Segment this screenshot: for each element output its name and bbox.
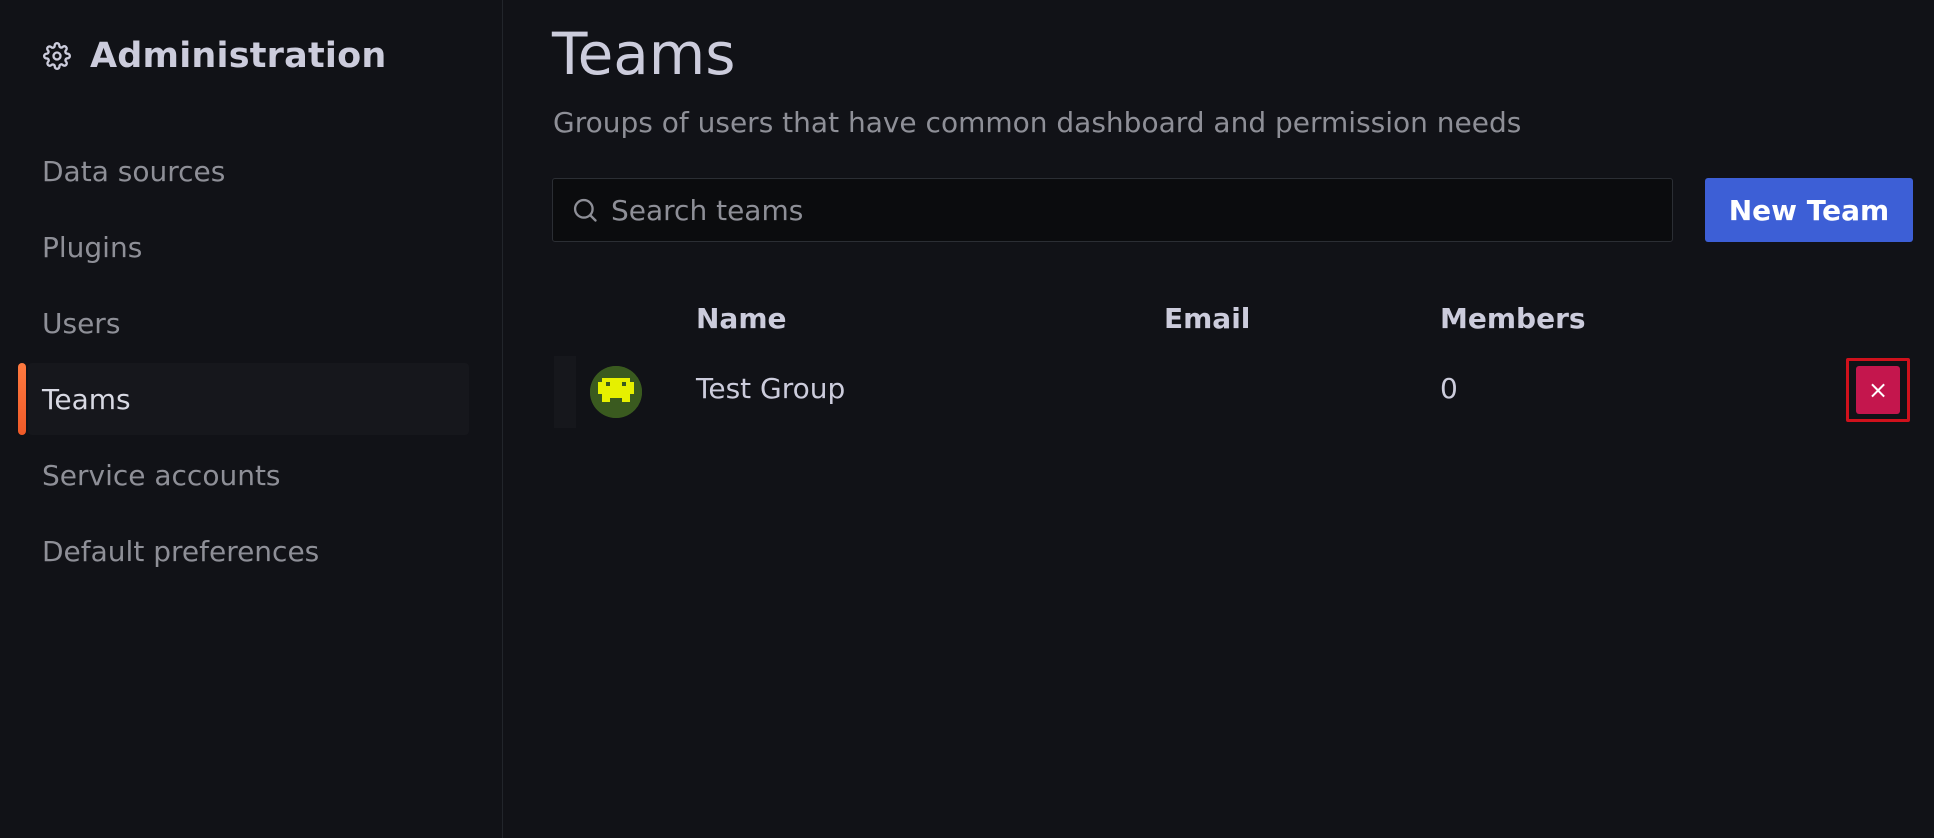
delete-team-button[interactable]: × [1856, 366, 1900, 414]
team-members-count: 0 [1440, 372, 1458, 405]
sidebar-item-plugins[interactable]: Plugins [0, 209, 503, 285]
teams-table: Name Email Members Test Group 0 × [552, 290, 1913, 428]
sidebar-item-label: Plugins [42, 230, 143, 264]
sidebar-title: Administration [90, 36, 387, 76]
table-row[interactable]: Test Group 0 [552, 350, 1913, 428]
sidebar-item-label: Users [42, 306, 121, 340]
page-title: Teams [552, 20, 736, 88]
sidebar-item-label: Teams [42, 382, 131, 416]
sidebar-header: Administration [42, 30, 386, 82]
column-header-email[interactable]: Email [1164, 302, 1250, 335]
sidebar-item-label: Data sources [42, 154, 226, 188]
active-indicator [18, 363, 26, 435]
page-subtitle: Groups of users that have common dashboa… [553, 106, 1522, 139]
sidebar-item-label: Default preferences [42, 534, 320, 568]
sidebar-item-teams[interactable]: Teams [0, 361, 503, 437]
sidebar-item-default-preferences[interactable]: Default preferences [0, 513, 503, 589]
team-name[interactable]: Test Group [696, 372, 845, 405]
sidebar-item-users[interactable]: Users [0, 285, 503, 361]
row-handle [554, 356, 576, 428]
sidebar-item-label: Service accounts [42, 458, 281, 492]
column-header-name[interactable]: Name [696, 302, 787, 335]
gear-icon [42, 41, 72, 71]
close-icon: × [1867, 376, 1889, 404]
main-content: Teams Groups of users that have common d… [504, 0, 1934, 838]
sidebar: Administration Data sources Plugins User… [0, 0, 503, 838]
new-team-button[interactable]: New Team [1705, 178, 1913, 242]
table-header: Name Email Members [552, 290, 1913, 350]
sidebar-item-data-sources[interactable]: Data sources [0, 133, 503, 209]
search-box[interactable] [552, 178, 1673, 242]
sidebar-nav: Data sources Plugins Users Teams Service… [0, 133, 503, 589]
sidebar-item-service-accounts[interactable]: Service accounts [0, 437, 503, 513]
column-header-members[interactable]: Members [1440, 302, 1586, 335]
team-avatar[interactable] [590, 366, 642, 418]
search-input[interactable] [611, 179, 1672, 241]
search-icon [569, 194, 601, 226]
